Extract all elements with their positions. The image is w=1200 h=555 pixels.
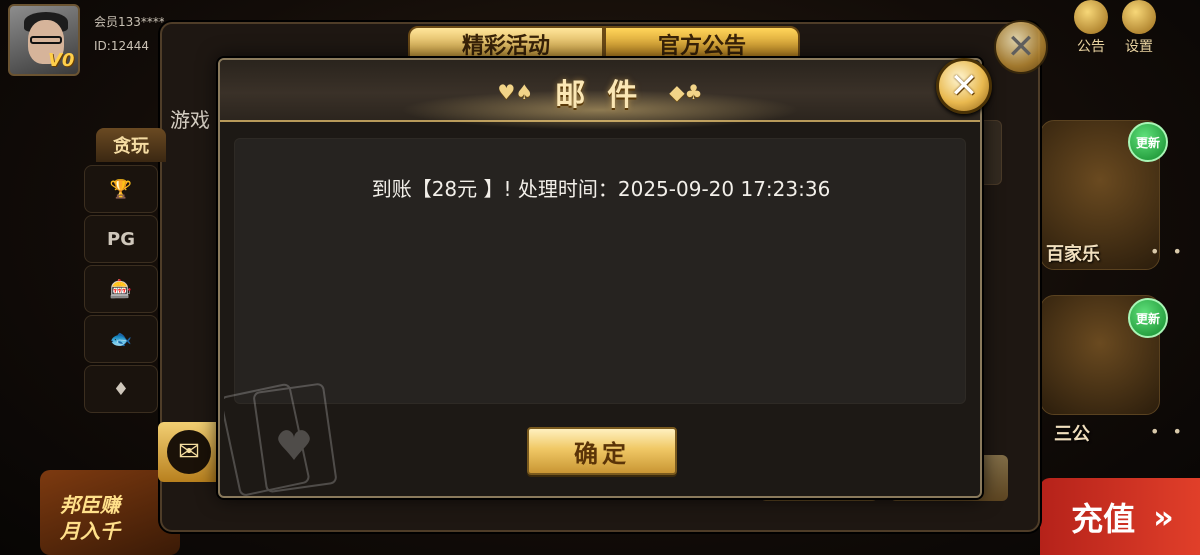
chips-icon: ♦ xyxy=(112,378,130,400)
update-badge: 更新 xyxy=(1128,122,1168,162)
recharge-button[interactable]: 充值 » xyxy=(1040,478,1200,555)
category-item-trophy[interactable]: 🏆 xyxy=(84,165,158,213)
slot-icon: 🎰 xyxy=(109,278,133,300)
more-dots-icon[interactable]: • • xyxy=(1150,242,1186,261)
mail-button[interactable]: ✉ xyxy=(158,422,220,482)
notice-tabs: 精彩活动 官方公告 xyxy=(408,26,800,62)
game-lobby: V0 会员133*****5241 ID:12444 公告 设置 更新 百家乐 … xyxy=(0,0,1200,555)
mail-content-area: 到账【28元 】! 处理时间：2025-09-20 17:23:36 xyxy=(234,138,966,404)
side-list-head[interactable]: 贪玩 xyxy=(96,128,166,162)
user-info: 会员133*****5241 ID:12444 xyxy=(94,10,164,58)
double-chevron-icon: » xyxy=(1153,497,1174,536)
category-item-slots[interactable]: 🎰 xyxy=(84,265,158,313)
confirm-button[interactable]: 确定 xyxy=(527,427,677,475)
tab-events[interactable]: 精彩活动 xyxy=(408,26,604,62)
recharge-label: 充值 xyxy=(1071,499,1136,538)
settings-label: 设置 xyxy=(1125,39,1153,55)
notice-label: 公告 xyxy=(1077,39,1105,55)
notice-close-button[interactable]: ✕ xyxy=(994,20,1048,74)
category-item-pg[interactable]: PG xyxy=(84,215,158,263)
envelope-icon: ✉ xyxy=(167,430,211,474)
top-toolbar: 公告 设置 xyxy=(1074,0,1156,56)
promo-banner[interactable]: 邦臣赚 月入千 xyxy=(40,470,180,555)
category-item-poker[interactable]: ♦ xyxy=(84,365,158,413)
card-suits-icon: ♥♠ xyxy=(497,80,534,104)
close-icon: ✕ xyxy=(1006,27,1036,67)
tab-notice[interactable]: 官方公告 xyxy=(604,26,800,62)
dialog-close-button[interactable]: ✕ xyxy=(936,58,992,114)
close-icon: ✕ xyxy=(949,66,979,106)
category-item-fishing[interactable]: 🐟 xyxy=(84,315,158,363)
playing-card-watermark-icon xyxy=(224,383,337,496)
more-dots-icon[interactable]: • • xyxy=(1150,422,1186,441)
trophy-icon: 🏆 xyxy=(109,178,133,200)
notice-side-label: 游戏 xyxy=(170,108,210,132)
dialog-title: 邮件 xyxy=(555,78,660,113)
user-id: ID:12444 xyxy=(94,39,149,53)
vip-badge: V0 xyxy=(48,50,75,71)
dialog-title-wrap: ♥♠ 邮件 ◆♣ xyxy=(220,70,980,114)
game-category-list: 🏆 PG 🎰 🐟 ♦ xyxy=(84,165,164,415)
game-label-sangong: 三公 xyxy=(1054,424,1090,445)
update-badge: 更新 xyxy=(1128,298,1168,338)
user-name: 会员133*****5241 xyxy=(94,15,164,29)
gear-icon xyxy=(1122,0,1156,34)
pg-label: PG xyxy=(107,228,135,250)
notice-button[interactable]: 公告 xyxy=(1074,0,1108,56)
card-suits-icon: ◆♣ xyxy=(669,80,703,104)
avatar-glasses xyxy=(30,36,62,44)
settings-button[interactable]: 设置 xyxy=(1122,0,1156,56)
fish-icon: 🐟 xyxy=(109,328,133,350)
notice-icon xyxy=(1074,0,1108,34)
game-label-baccarat: 百家乐 xyxy=(1046,244,1100,265)
mail-dialog: ♥♠ 邮件 ◆♣ 到账【28元 】! 处理时间：2025-09-20 17:23… xyxy=(218,58,982,498)
dialog-header: ♥♠ 邮件 ◆♣ xyxy=(220,60,980,130)
mail-message: 到账【28元 】! 处理时间：2025-09-20 17:23:36 xyxy=(371,177,831,201)
